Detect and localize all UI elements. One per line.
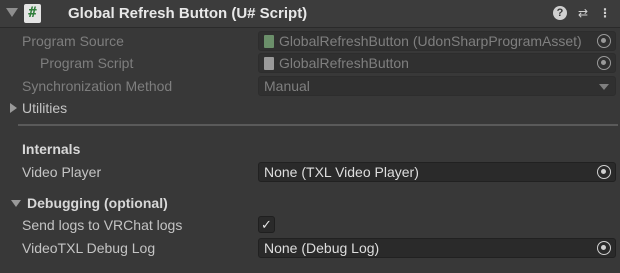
send-logs-label: Send logs to VRChat logs — [22, 217, 183, 233]
program-script-field: GlobalRefreshButton — [258, 53, 616, 73]
utilities-label[interactable]: Utilities — [22, 100, 67, 116]
component-title: Global Refresh Button (U# Script) — [68, 5, 308, 22]
debug-log-row: VideoTXL Debug Log None (Debug Log) — [0, 237, 620, 259]
program-script-value: GlobalRefreshButton — [279, 55, 409, 71]
collapse-arrow-icon[interactable] — [6, 8, 18, 17]
program-script-label: Program Script — [40, 55, 134, 71]
internals-heading: Internals — [22, 141, 81, 157]
script-file-icon — [264, 57, 274, 70]
video-player-label: Video Player — [22, 164, 102, 180]
debugging-heading[interactable]: Debugging (optional) — [27, 195, 168, 211]
udon-asset-icon — [264, 35, 274, 48]
sync-method-row: Synchronization Method Manual — [0, 75, 620, 97]
object-picker-icon[interactable] — [597, 165, 611, 179]
video-player-field[interactable]: None (TXL Video Player) — [258, 162, 616, 182]
checkmark-icon: ✓ — [261, 217, 272, 232]
debug-log-value: None (Debug Log) — [264, 240, 380, 256]
collapse-arrow-icon[interactable] — [11, 200, 21, 207]
object-picker-icon — [597, 34, 611, 48]
expand-arrow-icon[interactable] — [10, 103, 17, 113]
chevron-down-icon — [599, 84, 609, 90]
section-divider — [18, 124, 618, 126]
object-picker-icon — [597, 56, 611, 70]
debugging-foldout[interactable]: Debugging (optional) — [0, 192, 620, 214]
video-player-row: Video Player None (TXL Video Player) — [0, 161, 620, 183]
video-player-value: None (TXL Video Player) — [264, 164, 419, 180]
internals-heading-row: Internals — [0, 138, 620, 160]
program-source-row: Program Source GlobalRefreshButton (Udon… — [0, 30, 620, 52]
program-source-value: GlobalRefreshButton (UdonSharpProgramAss… — [279, 33, 582, 49]
presets-icon[interactable]: ⇄ — [576, 6, 590, 20]
script-hash-glyph: # — [28, 5, 37, 21]
script-icon: # — [24, 4, 41, 23]
program-source-field: GlobalRefreshButton (UdonSharpProgramAss… — [258, 31, 616, 51]
sync-method-dropdown: Manual — [258, 76, 616, 96]
component-header: # Global Refresh Button (U# Script) ? ⇄ … — [0, 0, 620, 28]
debug-log-field[interactable]: None (Debug Log) — [258, 238, 616, 258]
help-icon[interactable]: ? — [553, 6, 567, 20]
send-logs-row: Send logs to VRChat logs ✓ — [0, 214, 620, 236]
program-script-row: Program Script GlobalRefreshButton — [0, 52, 620, 74]
sync-method-value: Manual — [264, 78, 310, 94]
send-logs-checkbox[interactable]: ✓ — [258, 216, 275, 233]
more-options-icon[interactable]: ⋮ — [598, 6, 612, 20]
debug-log-label: VideoTXL Debug Log — [22, 240, 156, 256]
utilities-foldout[interactable]: Utilities — [0, 97, 620, 119]
object-picker-icon[interactable] — [597, 241, 611, 255]
program-source-label: Program Source — [22, 33, 124, 49]
sync-method-label: Synchronization Method — [22, 78, 173, 94]
